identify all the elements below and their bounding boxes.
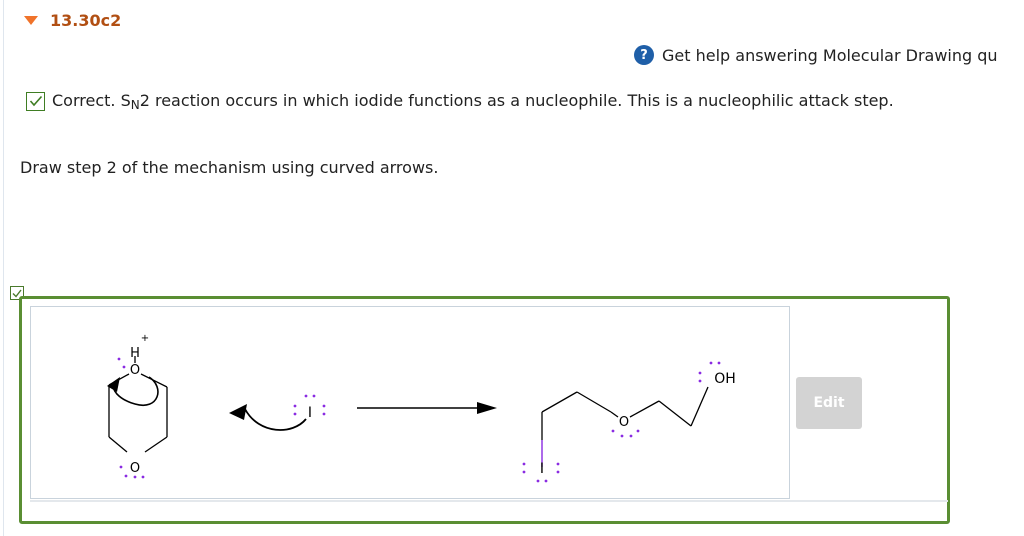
question-prompt: Draw step 2 of the mechanism using curve… <box>20 158 439 177</box>
question-id: 13.30c2 <box>50 10 122 30</box>
product-iodine-label: I <box>540 461 544 477</box>
positive-charge-label: + <box>141 333 149 344</box>
help-text[interactable]: Get help answering Molecular Drawing qu <box>662 46 998 65</box>
reaction-arrow-head <box>477 402 497 414</box>
product-ether-oxygen-label: O <box>619 415 629 430</box>
hydrogen-label: H <box>130 346 140 361</box>
left-border <box>3 0 4 536</box>
hydroxyl-label: OH <box>714 371 736 387</box>
question-header[interactable]: 13.30c2 <box>24 10 121 30</box>
check-icon <box>26 91 45 111</box>
curved-arrow-bond-break <box>112 376 159 407</box>
collapse-triangle-icon[interactable] <box>24 15 38 25</box>
feedback-message: Correct. SN2 reaction occurs in which io… <box>26 90 894 112</box>
feedback-text: Correct. SN2 reaction occurs in which io… <box>52 91 894 112</box>
oxonium-oxygen-label: O <box>130 363 140 378</box>
canvas-bottom-rule <box>30 500 948 502</box>
product-molecule <box>541 386 709 440</box>
molecule-drawing-canvas[interactable]: H + O O I OH O I <box>30 306 790 499</box>
curved-arrow-nucleophilic-attack <box>244 408 307 431</box>
question-circle-icon[interactable]: ? <box>634 45 654 65</box>
iodide-label: I <box>308 405 312 421</box>
help-link[interactable]: ? Get help answering Molecular Drawing q… <box>634 44 998 66</box>
nucleophile-arrow-head <box>229 404 247 420</box>
feedback-prefix: Correct. S <box>52 90 131 110</box>
feedback-rest: 2 reaction occurs in which iodide functi… <box>139 90 894 110</box>
mechanism-drawing: H + O O I OH O I <box>107 333 736 483</box>
feedback-subscript: N <box>130 97 140 112</box>
ether-oxygen-label: O <box>130 461 140 476</box>
edit-button[interactable]: Edit <box>796 377 862 429</box>
answer-area: H + O O I OH O I Edit <box>19 296 950 524</box>
